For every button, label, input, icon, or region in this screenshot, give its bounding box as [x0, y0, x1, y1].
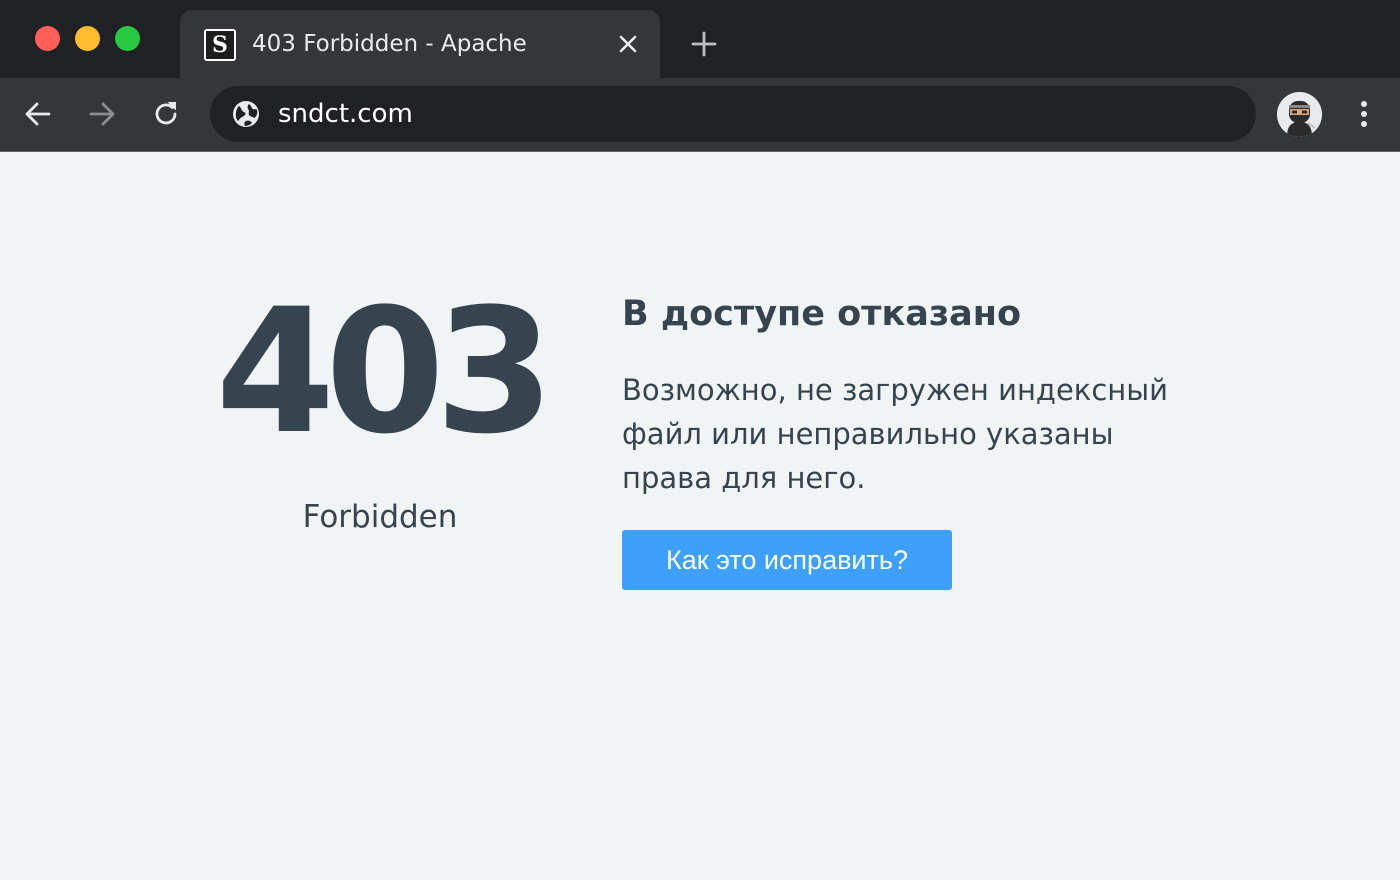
close-icon[interactable]	[616, 32, 640, 56]
site-favicon: S	[204, 29, 236, 61]
tab-title: 403 Forbidden - Apache	[252, 31, 527, 57]
kebab-menu-icon[interactable]	[1348, 98, 1380, 130]
active-tab[interactable]: S 403 Forbidden - Apache	[180, 10, 660, 78]
error-code: 403	[215, 271, 554, 472]
browser-window: S 403 Forbidden - Apache sndct.com 403 F…	[0, 0, 1400, 880]
globe-icon[interactable]	[232, 100, 260, 128]
page-heading: В доступе отказано	[622, 294, 1022, 334]
favicon-letter: S	[206, 31, 234, 59]
maximize-window-button[interactable]	[115, 26, 140, 51]
tab-strip: S 403 Forbidden - Apache	[0, 0, 1400, 78]
reload-icon[interactable]	[150, 98, 182, 130]
error-description: Возможно, не загружен индексный файл или…	[622, 373, 1168, 495]
minimize-window-button[interactable]	[75, 26, 100, 51]
plus-icon[interactable]	[690, 30, 718, 58]
arrow-right-icon[interactable]	[86, 98, 118, 130]
url-text: sndct.com	[278, 99, 413, 129]
address-bar[interactable]: sndct.com	[210, 86, 1256, 142]
page-content: 403 Forbidden В доступе отказано Возможн…	[0, 152, 1400, 880]
close-window-button[interactable]	[35, 26, 60, 51]
arrow-left-icon[interactable]	[22, 98, 54, 130]
avatar[interactable]	[1277, 92, 1322, 137]
error-label: Forbidden	[302, 499, 458, 535]
how-to-fix-button[interactable]: Как это исправить?	[622, 530, 952, 590]
browser-toolbar: sndct.com	[0, 78, 1400, 152]
